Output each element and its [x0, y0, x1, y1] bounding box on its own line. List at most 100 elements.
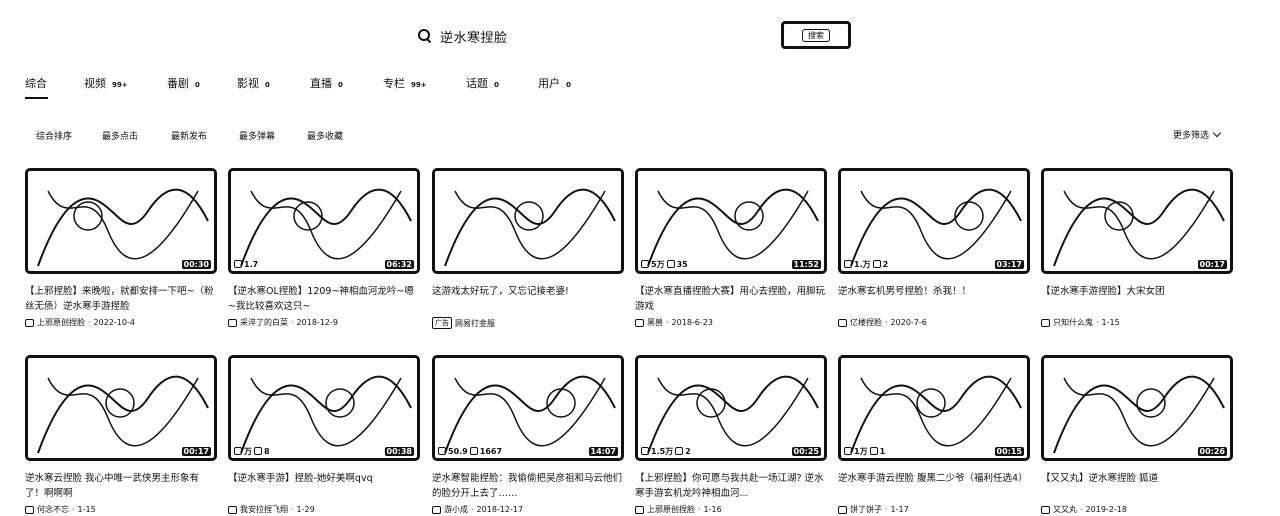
video-title[interactable]: 逆水寒玄机男号捏脸！杀我！！ [838, 284, 1030, 314]
sort-newest[interactable]: 最新发布 [171, 129, 207, 142]
video-duration: 06:32 [384, 259, 414, 269]
video-duration: 14:07 [588, 446, 618, 456]
uploader-name[interactable]: 网易打金服 [455, 318, 495, 329]
upload-date: 1-15 [77, 505, 96, 514]
uploader-name[interactable]: 只知什么鬼 [1053, 317, 1093, 328]
uploader-name[interactable]: 上邪原创捏脸 [37, 317, 85, 328]
uploader-name[interactable]: 何念不忘 [37, 504, 69, 515]
uploader-name[interactable]: 我安拉捏飞翔 [240, 504, 288, 515]
thumbnail-stats: 1万 1 00:15 [841, 444, 1027, 458]
thumbnail-stats: 万 8 00:38 [231, 444, 417, 458]
play-count-icon [234, 447, 242, 455]
tab-label: 话题 [466, 77, 488, 90]
uploader-icon [228, 318, 237, 327]
video-thumbnail[interactable]: 00:26 [1041, 355, 1233, 461]
video-title[interactable]: 逆水寒云捏脸 我心中唯一武侠男主形象有了！啊啊啊 [25, 471, 217, 501]
video-card[interactable]: 这游戏太好玩了，又忘记接老婆! 广告 网易打金服 [432, 168, 624, 329]
view-stats: 万8 [234, 446, 270, 457]
uploader-name[interactable]: 饼了饼子 [850, 504, 882, 515]
meta-separator: · [698, 505, 701, 514]
sort-most-clicks[interactable]: 最多点击 [102, 129, 138, 142]
video-title[interactable]: 【上邪捏脸】你可愿与我共赴一场江湖? 逆水寒手游玄机龙吟神相血河... [635, 471, 827, 501]
video-meta: 上邪原创捏脸 · 1-16 [635, 504, 827, 515]
uploader-name[interactable]: 亿楼捏脸 [850, 317, 882, 328]
video-thumbnail[interactable]: 1.7 06:32 [228, 168, 420, 274]
video-thumbnail[interactable]: 00:17 [25, 355, 217, 461]
video-thumbnail[interactable] [432, 168, 624, 274]
uploader-icon [635, 505, 644, 514]
tab-count: 0 [338, 81, 343, 89]
uploader-icon [1041, 318, 1050, 327]
video-thumbnail[interactable]: 1.5万 2 00:25 [635, 355, 827, 461]
sort-most-danmaku[interactable]: 最多弹幕 [239, 129, 275, 142]
video-meta: 何念不忘 · 1-15 [25, 504, 217, 515]
video-card[interactable]: 5万 35 11:52 【逆水寒直播捏脸大赛】用心去捏脸，用脚玩游戏黑兽 · 2018-6… [635, 168, 827, 328]
upload-date: 2018-6-23 [671, 318, 713, 327]
tab-article[interactable]: 专栏 99+ [383, 75, 427, 91]
search-input[interactable]: 逆水寒捏脸 [440, 27, 508, 46]
video-card[interactable]: 00:30 【上邪捏脸】来晚啦，就都安排一下吧~（粉丝无债）逆水寒手游捏脸上邪原创… [25, 168, 217, 328]
video-card[interactable]: 1.7 06:32 【逆水寒OL捏脸】1209~神相血河龙吟~嗯~我比较喜欢这只~ 采… [228, 168, 420, 328]
thumbnail-stats: 00:17 [1044, 257, 1230, 271]
thumbnail-stats: 50.9 1667 14:07 [435, 444, 621, 458]
thumbnail-image [850, 188, 1022, 267]
thumbnail-stats: 00:17 [28, 444, 214, 458]
view-stats: 5万 35 [641, 259, 688, 270]
tab-all[interactable]: 综合 [25, 75, 48, 99]
video-title[interactable]: 【逆水寒手游捏脸】大宋女团 [1041, 284, 1233, 314]
tab-bangumi[interactable]: 番剧 0 [167, 75, 200, 91]
danmaku-icon [469, 447, 478, 455]
more-filter-button[interactable]: 更多筛选 [1173, 128, 1222, 141]
video-card[interactable]: 00:17 逆水寒云捏脸 我心中唯一武侠男主形象有了！啊啊啊何念不忘 · 1-15 [25, 355, 217, 515]
view-stats: 50.9 1667 [438, 447, 502, 456]
video-thumbnail[interactable]: 1万 1 00:15 [838, 355, 1030, 461]
video-card[interactable]: 00:17 【逆水寒手游捏脸】大宋女团 只知什么鬼 · 1-15 [1041, 168, 1233, 328]
video-title[interactable]: 这游戏太好玩了，又忘记接老婆! [432, 284, 624, 314]
video-thumbnail[interactable]: 50.9 1667 14:07 [432, 355, 624, 461]
thumbnail-stats: 00:26 [1044, 444, 1230, 458]
video-card[interactable]: 50.9 1667 14:07 逆水寒智能捏脸：我偷偷把吴彦祖和马云他们的脸分开上去了… [432, 355, 624, 515]
tab-film[interactable]: 影视 0 [237, 75, 270, 91]
tab-user[interactable]: 用户 0 [538, 75, 571, 91]
video-title[interactable]: 逆水寒手游云捏脸 腹黑二少爷（福利任选4） [838, 471, 1030, 501]
search-bar[interactable]: 逆水寒捏脸 [418, 24, 508, 48]
danmaku-icon [675, 447, 684, 455]
uploader-name[interactable]: 黑兽 [647, 317, 663, 328]
upload-date: 2020-7-6 [890, 318, 927, 327]
uploader-name[interactable]: 上邪原创捏脸 [647, 504, 695, 515]
tab-topic[interactable]: 话题 0 [466, 75, 499, 91]
video-thumbnail[interactable]: 5万 35 11:52 [635, 168, 827, 274]
video-card[interactable]: 1万 1 00:15 逆水寒手游云捏脸 腹黑二少爷（福利任选4） 饼了饼子 · 1-17 [838, 355, 1030, 515]
video-duration: 03:17 [994, 259, 1024, 269]
search-button[interactable]: 搜索 [781, 21, 851, 49]
view-stats: 1.万 2 [844, 259, 888, 270]
video-card[interactable]: 1.5万 2 00:25 【上邪捏脸】你可愿与我共赴一场江湖? 逆水寒手游玄机龙吟神相… [635, 355, 827, 515]
uploader-icon [635, 318, 644, 327]
uploader-name[interactable]: 又又丸 [1053, 504, 1077, 515]
video-title[interactable]: 【上邪捏脸】来晚啦，就都安排一下吧~（粉丝无债）逆水寒手游捏脸 [25, 284, 217, 314]
video-meta: 我安拉捏飞翔 · 1-29 [228, 504, 420, 515]
tab-live[interactable]: 直播 0 [310, 75, 343, 91]
video-card[interactable]: 00:26 【又又丸】逆水寒捏脸 狐道 又又丸 · 2019-2-18 [1041, 355, 1233, 515]
video-card[interactable]: 1.万 2 03:17 逆水寒玄机男号捏脸！杀我！！ 亿楼捏脸 · 2020-7-6 [838, 168, 1030, 328]
tab-video[interactable]: 视频 99+ [84, 75, 128, 91]
sort-most-favorites[interactable]: 最多收藏 [307, 129, 343, 142]
video-thumbnail[interactable]: 1.万 2 03:17 [838, 168, 1030, 274]
sort-default[interactable]: 综合排序 [36, 129, 72, 142]
thumbnail-image [240, 375, 412, 454]
video-thumbnail[interactable]: 00:17 [1041, 168, 1233, 274]
video-duration: 00:30 [181, 259, 211, 269]
video-title[interactable]: 【逆水寒直播捏脸大赛】用心去捏脸，用脚玩游戏 [635, 284, 827, 314]
video-title[interactable]: 【逆水寒手游】捏脸-她好美啊qvq [228, 471, 420, 501]
video-meta: 游小成 · 2018-12-17 [432, 504, 624, 515]
video-title[interactable]: 【又又丸】逆水寒捏脸 狐道 [1041, 471, 1233, 501]
video-thumbnail[interactable]: 00:30 [25, 168, 217, 274]
meta-separator: · [885, 318, 888, 327]
video-thumbnail[interactable]: 万 8 00:38 [228, 355, 420, 461]
video-title[interactable]: 【逆水寒OL捏脸】1209~神相血河龙吟~嗯~我比较喜欢这只~ [228, 284, 420, 314]
video-card[interactable]: 万 8 00:38 【逆水寒手游】捏脸-她好美啊qvq 我安拉捏飞翔 · 1-29 [228, 355, 420, 515]
video-meta: 黑兽 · 2018-6-23 [635, 317, 827, 328]
uploader-name[interactable]: 采淬了的白菜 [240, 317, 288, 328]
uploader-name[interactable]: 游小成 [444, 504, 468, 515]
video-title[interactable]: 逆水寒智能捏脸：我偷偷把吴彦祖和马云他们的脸分开上去了…… [432, 471, 624, 501]
